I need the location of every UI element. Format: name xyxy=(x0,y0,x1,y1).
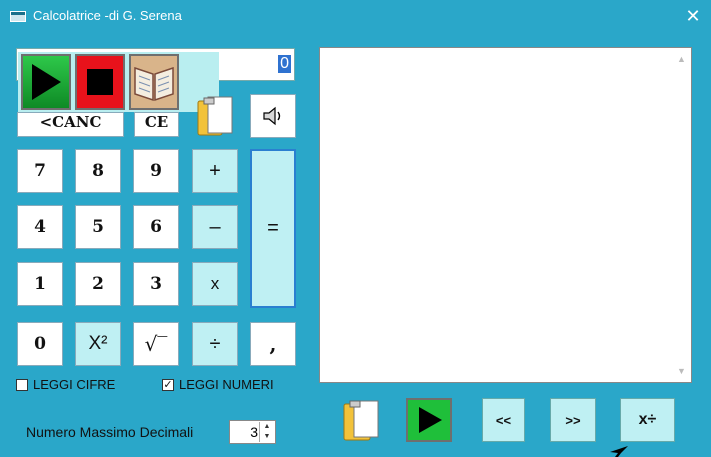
key-1[interactable]: 1 xyxy=(17,262,63,306)
key-8[interactable]: 8 xyxy=(75,149,121,193)
vertical-scrollbar[interactable]: ▲ ▼ xyxy=(672,48,691,382)
mouse-pointer-icon xyxy=(610,446,628,457)
close-button[interactable]: ✕ xyxy=(675,0,711,32)
operations-button[interactable]: x÷ xyxy=(620,398,675,442)
key-3[interactable]: 3 xyxy=(133,262,179,306)
key-4[interactable]: 4 xyxy=(17,205,63,249)
equals-button[interactable]: = xyxy=(250,149,296,308)
speaker-icon xyxy=(263,106,281,126)
sqrt-button[interactable]: √‾ xyxy=(133,322,179,366)
divide-button[interactable]: ÷ xyxy=(192,322,238,366)
scroll-up-arrow[interactable]: ▲ xyxy=(672,50,691,68)
key-6[interactable]: 6 xyxy=(133,205,179,249)
comma-button[interactable]: , xyxy=(250,322,296,366)
max-decimals-spinner[interactable]: 3 ▲ ▼ xyxy=(229,420,276,444)
read-digits-checkbox[interactable]: LEGGI CIFRE xyxy=(16,377,115,392)
paste-button[interactable] xyxy=(192,92,238,140)
read-numbers-checkbox[interactable]: ✓ LEGGI NUMERI xyxy=(162,377,274,392)
window-title: Calcolatrice -di G. Serena xyxy=(33,8,182,23)
key-7[interactable]: 7 xyxy=(17,149,63,193)
media-toolbar xyxy=(18,52,219,112)
read-numbers-box[interactable]: ✓ xyxy=(162,378,174,391)
max-decimals-value: 3 xyxy=(250,424,258,440)
clear-entry-button[interactable]: CE xyxy=(134,112,179,137)
backspace-button[interactable]: <CANC xyxy=(17,112,124,137)
square-button[interactable]: X² xyxy=(75,322,121,366)
output-textarea[interactable]: ▲ ▼ xyxy=(319,47,692,383)
app-icon xyxy=(10,11,26,22)
key-0[interactable]: 0 xyxy=(17,322,63,366)
read-digits-box[interactable] xyxy=(16,378,28,391)
play-icon xyxy=(32,64,61,100)
display-value: 0 xyxy=(278,55,291,73)
spinner-arrows[interactable]: ▲ ▼ xyxy=(259,422,274,442)
read-numbers-label: LEGGI NUMERI xyxy=(179,377,274,392)
speaker-button[interactable] xyxy=(250,94,296,138)
play-button[interactable] xyxy=(21,54,71,110)
previous-button[interactable]: << xyxy=(482,398,525,442)
stop-icon xyxy=(87,69,113,95)
minus-button[interactable]: – xyxy=(192,205,238,249)
clipboard-icon xyxy=(197,96,233,136)
title-bar: Calcolatrice -di G. Serena ✕ xyxy=(0,0,711,32)
max-decimals-label: Numero Massimo Decimali xyxy=(26,424,194,440)
scroll-down-arrow[interactable]: ▼ xyxy=(672,362,691,380)
book-button[interactable] xyxy=(129,54,179,110)
book-icon xyxy=(134,66,174,102)
plus-button[interactable]: + xyxy=(192,149,238,193)
read-digits-label: LEGGI CIFRE xyxy=(33,377,116,392)
read-output-play-button[interactable] xyxy=(406,398,452,442)
paste-output-button[interactable] xyxy=(338,398,384,442)
next-button[interactable]: >> xyxy=(550,398,596,442)
key-9[interactable]: 9 xyxy=(133,149,179,193)
stop-button[interactable] xyxy=(75,54,125,110)
clipboard-icon xyxy=(343,400,379,441)
key-2[interactable]: 2 xyxy=(75,262,121,306)
play-icon xyxy=(419,407,442,433)
key-5[interactable]: 5 xyxy=(75,205,121,249)
multiply-button[interactable]: x xyxy=(192,262,238,306)
